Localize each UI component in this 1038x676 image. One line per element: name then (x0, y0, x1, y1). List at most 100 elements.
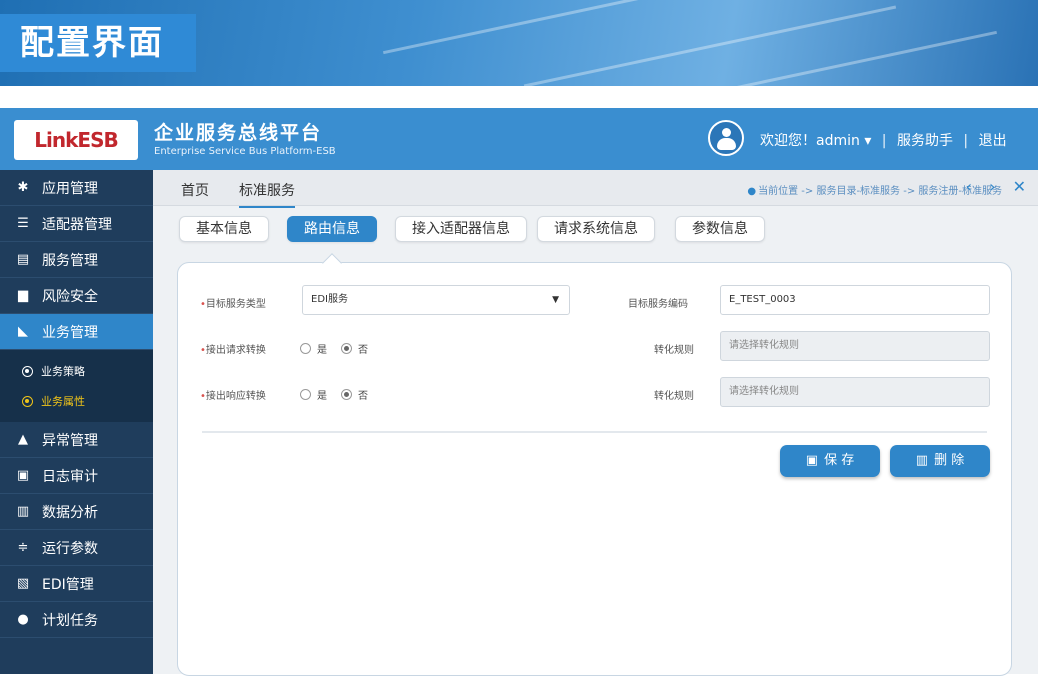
server-icon: ▤ (16, 251, 30, 267)
resp-convert-yes-radio[interactable] (300, 389, 311, 400)
banner-title: 配置界面 (0, 14, 196, 72)
resp-convert-no-radio[interactable] (341, 389, 352, 400)
caret-down-icon: ▼ (552, 295, 559, 305)
save-icon: ▣ (805, 453, 819, 468)
warning-icon: ▲ (18, 431, 28, 447)
sidebar-item-app[interactable]: ✱ 应用管理 (0, 170, 153, 206)
resp-convert-label: •接出响应转换 (200, 387, 266, 402)
sidebar-item-label: 运行参数 (42, 540, 98, 557)
target-type-value: EDI服务 (311, 294, 348, 305)
delete-button-label: 删 除 (934, 453, 965, 468)
req-convert-no-radio[interactable] (341, 343, 352, 354)
tab-routing-info[interactable]: 路由信息 (287, 216, 377, 242)
req-convert-label: •接出请求转换 (200, 341, 266, 356)
platform-name: 企业服务总线平台 (154, 122, 323, 144)
req-rule-input[interactable]: 请选择转化规则 (720, 331, 990, 361)
req-convert-label-text: 接出请求转换 (205, 345, 266, 356)
resp-rule-label: 转化规则 (654, 391, 694, 402)
req-convert-radio-group: 是 否 (300, 341, 368, 356)
sidebar-item-label: 业务管理 (42, 324, 98, 341)
sidebar-subitem-label: 业务属性 (41, 395, 85, 408)
main-content: 首页 标准服务 ● 当前位置 -> 服务目录-标准服务 -> 服务注册-标准服务 … (153, 170, 1038, 676)
radio-label-yes: 是 (317, 345, 327, 356)
sidebar-item-label: 异常管理 (42, 432, 98, 449)
avatar[interactable] (708, 120, 744, 156)
resp-convert-radio-group: 是 否 (300, 387, 368, 402)
target-code-input[interactable]: E_TEST_0003 (720, 285, 990, 315)
sidebar-item-label: EDI管理 (42, 576, 94, 593)
sidebar-item-log[interactable]: ▣ 日志审计 (0, 458, 153, 494)
edi-icon: ▧ (16, 575, 30, 591)
save-button[interactable]: ▣ 保 存 (780, 445, 880, 477)
resp-rule-input[interactable]: 请选择转化规则 (720, 377, 990, 407)
sidebar-item-label: 服务管理 (42, 252, 98, 269)
separator: | (963, 133, 969, 149)
tab-standard-service[interactable]: 标准服务 (239, 180, 295, 208)
user-icon: ● (17, 611, 29, 627)
sidebar-subitem-label: 业务策略 (41, 365, 85, 378)
separator: | (881, 133, 887, 149)
sidebar-item-edi[interactable]: ▧ EDI管理 (0, 566, 153, 602)
sidebar-item-label: 数据分析 (42, 504, 98, 521)
sidebar-subitem-attribute[interactable]: 业务属性 (0, 386, 153, 416)
tab-adapter-info[interactable]: 接入适配器信息 (395, 216, 527, 242)
sidebar-item-risk[interactable]: ▆ 风险安全 (0, 278, 153, 314)
app-window: LinkESB 企业服务总线平台 Enterprise Service Bus … (0, 108, 1038, 676)
sliders-icon: ≑ (17, 539, 29, 555)
sidebar-item-label: 适配器管理 (42, 216, 112, 233)
banner-streak (523, 5, 897, 86)
platform-subtitle: Enterprise Service Bus Platform-ESB (154, 146, 336, 157)
gear-icon: ✱ (17, 179, 29, 195)
radio-label-no: 否 (358, 391, 368, 402)
tab-basic-info[interactable]: 基本信息 (179, 216, 269, 242)
sidebar-item-analysis[interactable]: ▥ 数据分析 (0, 494, 153, 530)
tab-param-info[interactable]: 参数信息 (675, 216, 765, 242)
resp-convert-label-text: 接出响应转换 (205, 391, 266, 402)
breadcrumb: ● 当前位置 -> 服务目录-标准服务 -> 服务注册-标准服务 (747, 182, 1002, 197)
logout-link[interactable]: 退出 (979, 130, 1007, 150)
help-link[interactable]: 服务助手 (897, 130, 953, 150)
sidebar-item-params[interactable]: ≑ 运行参数 (0, 530, 153, 566)
location-pin-icon: ● (747, 186, 757, 197)
req-convert-yes-radio[interactable] (300, 343, 311, 354)
target-type-select[interactable]: EDI服务 ▼ (302, 285, 570, 315)
circle-dot-icon (22, 365, 33, 377)
circle-dot-icon (22, 395, 33, 407)
tab-request-system-info[interactable]: 请求系统信息 (537, 216, 655, 242)
top-banner: 配置界面 (0, 0, 1038, 86)
user-menu[interactable]: 欢迎您！admin ▾ (760, 130, 871, 150)
sidebar-item-label: 应用管理 (42, 180, 98, 197)
delete-button[interactable]: ▥ 删 除 (890, 445, 990, 477)
user-bar: 欢迎您！admin ▾ | 服务助手 | 退出 (760, 130, 1007, 150)
sidebar-item-exception[interactable]: ▲ 异常管理 (0, 422, 153, 458)
target-type-label-text: 目标服务类型 (205, 299, 266, 310)
avatar-body (717, 138, 736, 150)
sidebar-submenu: 业务策略 业务属性 (0, 350, 153, 422)
sidebar-item-business[interactable]: ◣ 业务管理 (0, 314, 153, 350)
target-type-label: •目标服务类型 (200, 295, 266, 310)
avatar-head (722, 128, 731, 137)
app-header: LinkESB 企业服务总线平台 Enterprise Service Bus … (0, 108, 1038, 170)
briefcase-icon: ▆ (18, 287, 28, 303)
sidebar-subitem-strategy[interactable]: 业务策略 (0, 356, 153, 386)
list-icon: ☰ (17, 215, 29, 231)
tab-home[interactable]: 首页 (181, 180, 209, 200)
radio-label-no: 否 (358, 345, 368, 356)
sidebar-item-adapter[interactable]: ☰ 适配器管理 (0, 206, 153, 242)
radio-label-yes: 是 (317, 391, 327, 402)
save-button-label: 保 存 (824, 453, 855, 468)
divider (202, 431, 987, 433)
logo: LinkESB (14, 120, 138, 160)
target-code-label: 目标服务编码 (628, 299, 688, 310)
banner-streak (382, 0, 678, 55)
sidebar-item-label: 风险安全 (42, 288, 98, 305)
routing-form-panel: •目标服务类型 EDI服务 ▼ 目标服务编码 E_TEST_0003 •接出请求转… (177, 262, 1012, 676)
rss-icon: ◣ (18, 323, 28, 339)
trash-icon: ▥ (915, 453, 929, 468)
req-rule-label: 转化规则 (654, 345, 694, 356)
sidebar-item-schedule[interactable]: ● 计划任务 (0, 602, 153, 638)
sidebar-item-service[interactable]: ▤ 服务管理 (0, 242, 153, 278)
sidebar-item-label: 计划任务 (42, 612, 98, 629)
tab-nav-controls[interactable]: ‹ › ✕ (966, 177, 1032, 196)
log-icon: ▣ (16, 467, 30, 483)
